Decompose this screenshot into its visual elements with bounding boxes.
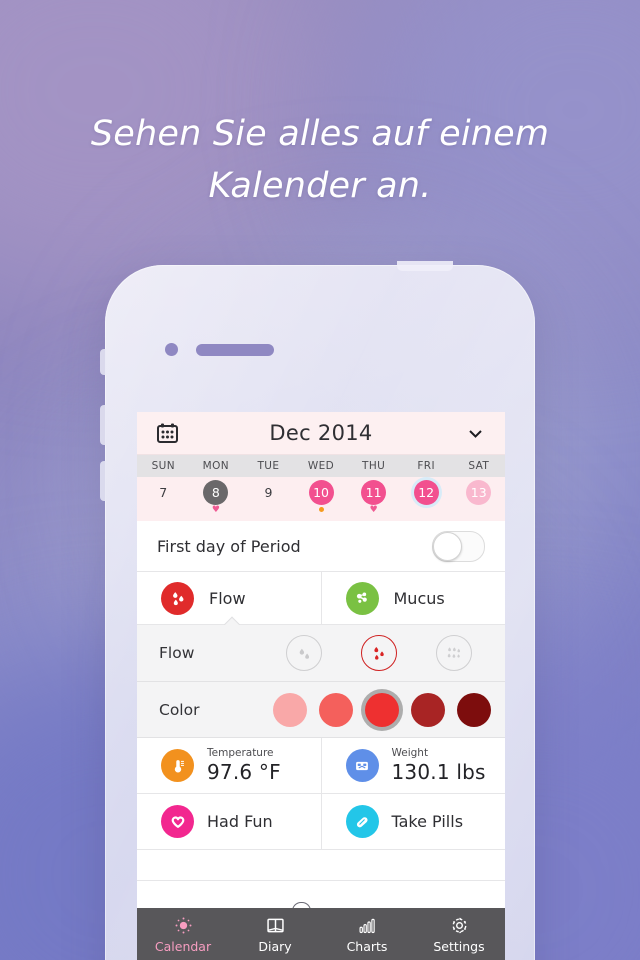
metric-temperature[interactable]: Temperature 97.6 °F: [137, 738, 321, 793]
scale-icon: [345, 749, 379, 782]
book-icon: [265, 914, 286, 936]
metric-weight-caption: Weight: [391, 747, 429, 760]
calendar-week-row: 7 8 ♥ 9 10 11 ♥ 12 13: [137, 477, 505, 521]
medium-flow-icon[interactable]: [360, 635, 397, 671]
action-had-fun[interactable]: Had Fun: [137, 794, 321, 849]
weekday-wed: WED: [307, 460, 335, 472]
bottom-tab-bar: Calendar Diary Charts Settings: [137, 908, 505, 960]
calendar-day[interactable]: 7: [137, 480, 190, 505]
action-take-pills[interactable]: Take Pills: [320, 794, 506, 849]
color-swatches: [267, 692, 505, 727]
calendar-day[interactable]: 10: [295, 480, 348, 512]
metric-temperature-value: 97.6 °F: [207, 759, 281, 784]
heavy-flow-icon[interactable]: [435, 635, 472, 671]
pill-icon: [345, 805, 379, 838]
active-tab-indicator: [224, 616, 240, 625]
mucus-icon: [345, 581, 379, 615]
app-screen: Dec 2014 SUN MON TUE WED THU FRI SAT 7 8: [137, 412, 505, 960]
calendar-header: Dec 2014: [137, 412, 505, 455]
calendar-icon[interactable]: [157, 423, 178, 443]
calendar-month-title: Dec 2014: [269, 421, 373, 445]
heart-marker-icon: ♥: [211, 505, 220, 515]
day-number: 8: [203, 480, 229, 505]
calendar-day[interactable]: 9: [242, 480, 295, 505]
tab-diary-label: Diary: [258, 939, 292, 954]
day-number: 10: [308, 480, 334, 505]
metric-temperature-caption: Temperature: [207, 747, 274, 760]
color-swatch-3-selected[interactable]: [365, 692, 399, 727]
promo-headline: Sehen Sie alles auf einem Kalender an.: [90, 114, 550, 206]
tab-flow-label: Flow: [209, 588, 246, 608]
bars-icon: [357, 914, 378, 936]
first-day-label: First day of Period: [157, 536, 301, 556]
flow-level-row: Flow: [137, 625, 505, 682]
weekday-header: SUN MON TUE WED THU FRI SAT: [137, 455, 505, 477]
volume-up-button: [100, 405, 106, 445]
day-number: 7: [159, 485, 168, 500]
silent-switch: [100, 349, 106, 375]
color-row: Color: [137, 682, 505, 738]
calendar-day[interactable]: 13: [452, 480, 505, 505]
earpiece-speaker: [196, 344, 274, 356]
color-swatch-5[interactable]: [457, 692, 491, 727]
blood-drop-icon: [161, 581, 194, 615]
day-number: 11: [361, 480, 387, 505]
tab-settings[interactable]: Settings: [413, 914, 505, 954]
weekday-sat: SAT: [468, 460, 490, 472]
flow-options: [267, 635, 505, 671]
tab-mucus[interactable]: Mucus: [320, 572, 506, 624]
day-number: 12: [413, 480, 439, 505]
color-swatch-1[interactable]: [273, 692, 307, 727]
first-day-of-period-row: First day of Period: [137, 521, 505, 572]
tab-calendar[interactable]: Calendar: [137, 914, 229, 954]
front-camera-icon: [165, 343, 178, 356]
weekday-thu: THU: [362, 460, 386, 472]
promo-screenshot: Sehen Sie alles auf einem Kalender an. D…: [0, 0, 640, 960]
tab-diary[interactable]: Diary: [229, 914, 321, 954]
heart-icon: [161, 805, 194, 838]
category-tab-bar: Flow Mucus: [137, 572, 505, 625]
chevron-down-icon[interactable]: [468, 426, 483, 441]
tab-charts[interactable]: Charts: [321, 914, 413, 954]
metric-weight[interactable]: Weight 130.1 lbs: [320, 738, 506, 793]
gear-icon: [449, 914, 470, 936]
tab-mucus-label: Mucus: [393, 588, 445, 608]
heart-marker-icon: ♥: [369, 505, 378, 515]
action-take-pills-label: Take Pills: [391, 812, 464, 831]
weekday-tue: TUE: [257, 460, 280, 472]
first-day-toggle[interactable]: [432, 530, 485, 562]
day-number: 9: [264, 485, 273, 500]
calendar-day[interactable]: 12: [400, 480, 453, 505]
weekday-fri: FRI: [417, 460, 435, 472]
metrics-row: Temperature 97.6 °F Weight 130.1 lbs: [137, 738, 505, 794]
tab-settings-label: Settings: [433, 939, 485, 954]
tab-calendar-label: Calendar: [154, 939, 212, 954]
calendar-day[interactable]: 11 ♥: [347, 480, 400, 515]
actions-row: Had Fun Take Pills: [137, 794, 505, 850]
next-row-partial[interactable]: [137, 850, 505, 881]
color-swatch-4[interactable]: [411, 692, 445, 727]
light-flow-icon[interactable]: [286, 635, 323, 671]
tab-charts-label: Charts: [346, 939, 388, 954]
color-swatch-2[interactable]: [319, 692, 353, 727]
action-had-fun-label: Had Fun: [207, 812, 273, 831]
weekday-mon: MON: [202, 460, 230, 472]
sun-icon: [173, 914, 194, 936]
phone-top-tab: [397, 261, 453, 271]
calendar-day-selected[interactable]: 8 ♥: [190, 480, 243, 515]
color-row-label: Color: [159, 700, 200, 719]
dot-marker-icon: [318, 507, 324, 512]
metric-weight-value: 130.1 lbs: [391, 759, 486, 784]
toggle-knob: [433, 531, 462, 561]
thermometer-icon: [161, 749, 194, 782]
day-number: 13: [466, 480, 492, 505]
weekday-sun: SUN: [151, 460, 175, 472]
flow-row-label: Flow: [159, 644, 195, 662]
volume-down-button: [100, 461, 106, 501]
